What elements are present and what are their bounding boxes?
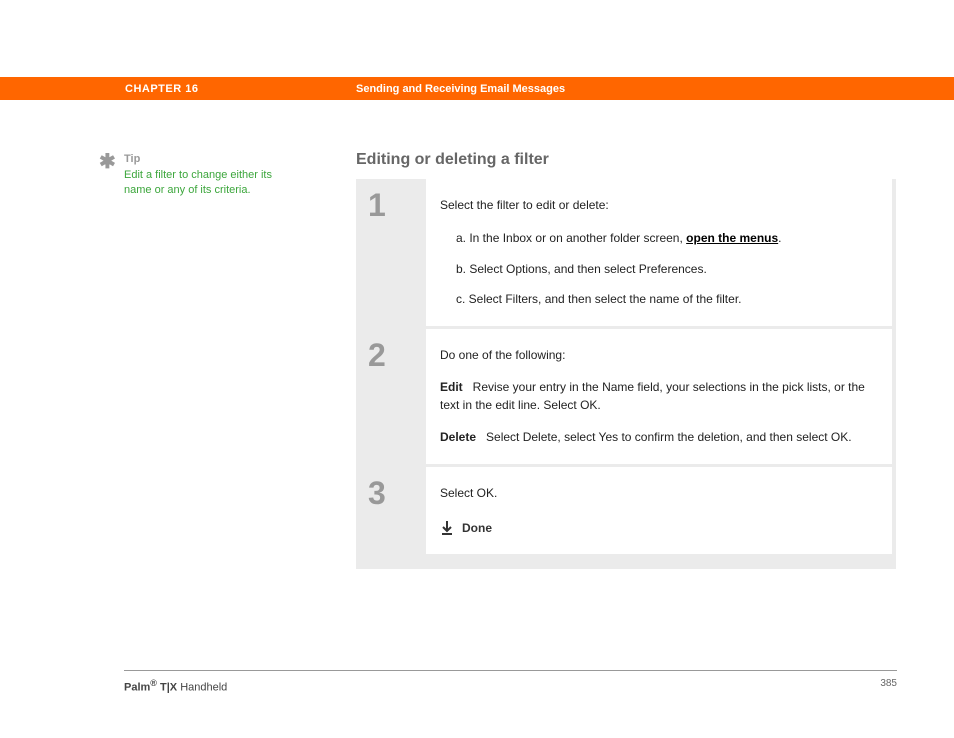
done-label: Done <box>462 521 492 535</box>
done-indicator: Done <box>440 520 878 536</box>
tip-label: Tip <box>124 153 140 165</box>
step-number: 3 <box>368 477 426 509</box>
step-1: 1 Select the filter to edit or delete: a… <box>356 179 896 329</box>
done-arrow-icon <box>440 520 454 536</box>
step-number: 2 <box>368 339 426 371</box>
step-intro: Select OK. <box>440 485 878 502</box>
step-intro: Do one of the following: <box>440 347 878 364</box>
chapter-header: CHAPTER 16 Sending and Receiving Email M… <box>0 77 954 100</box>
substep-a: a. In the Inbox or on another folder scr… <box>440 230 878 247</box>
open-menus-link[interactable]: open the menus <box>686 231 778 245</box>
substep-b: b. Select Options, and then select Prefe… <box>440 261 878 278</box>
chapter-number: CHAPTER 16 <box>125 83 198 95</box>
delete-option: DeleteSelect Delete, select Yes to confi… <box>440 428 878 446</box>
step-number: 1 <box>368 189 426 221</box>
chapter-title: Sending and Receiving Email Messages <box>356 83 565 95</box>
section-title: Editing or deleting a filter <box>356 151 549 169</box>
step-3: 3 Select OK. Done <box>356 467 896 557</box>
steps-container: 1 Select the filter to edit or delete: a… <box>356 179 896 569</box>
step-2: 2 Do one of the following: EditRevise yo… <box>356 329 896 467</box>
page-number: 385 <box>880 678 897 689</box>
substep-c: c. Select Filters, and then select the n… <box>440 291 878 308</box>
tip-text: Edit a filter to change either its name … <box>124 168 284 199</box>
step-intro: Select the filter to edit or delete: <box>440 197 878 214</box>
asterisk-icon: ✱ <box>99 152 116 172</box>
footer-rule <box>124 670 897 671</box>
footer-product: Palm® T|X Handheld <box>124 678 227 694</box>
edit-option: EditRevise your entry in the Name field,… <box>440 378 878 414</box>
